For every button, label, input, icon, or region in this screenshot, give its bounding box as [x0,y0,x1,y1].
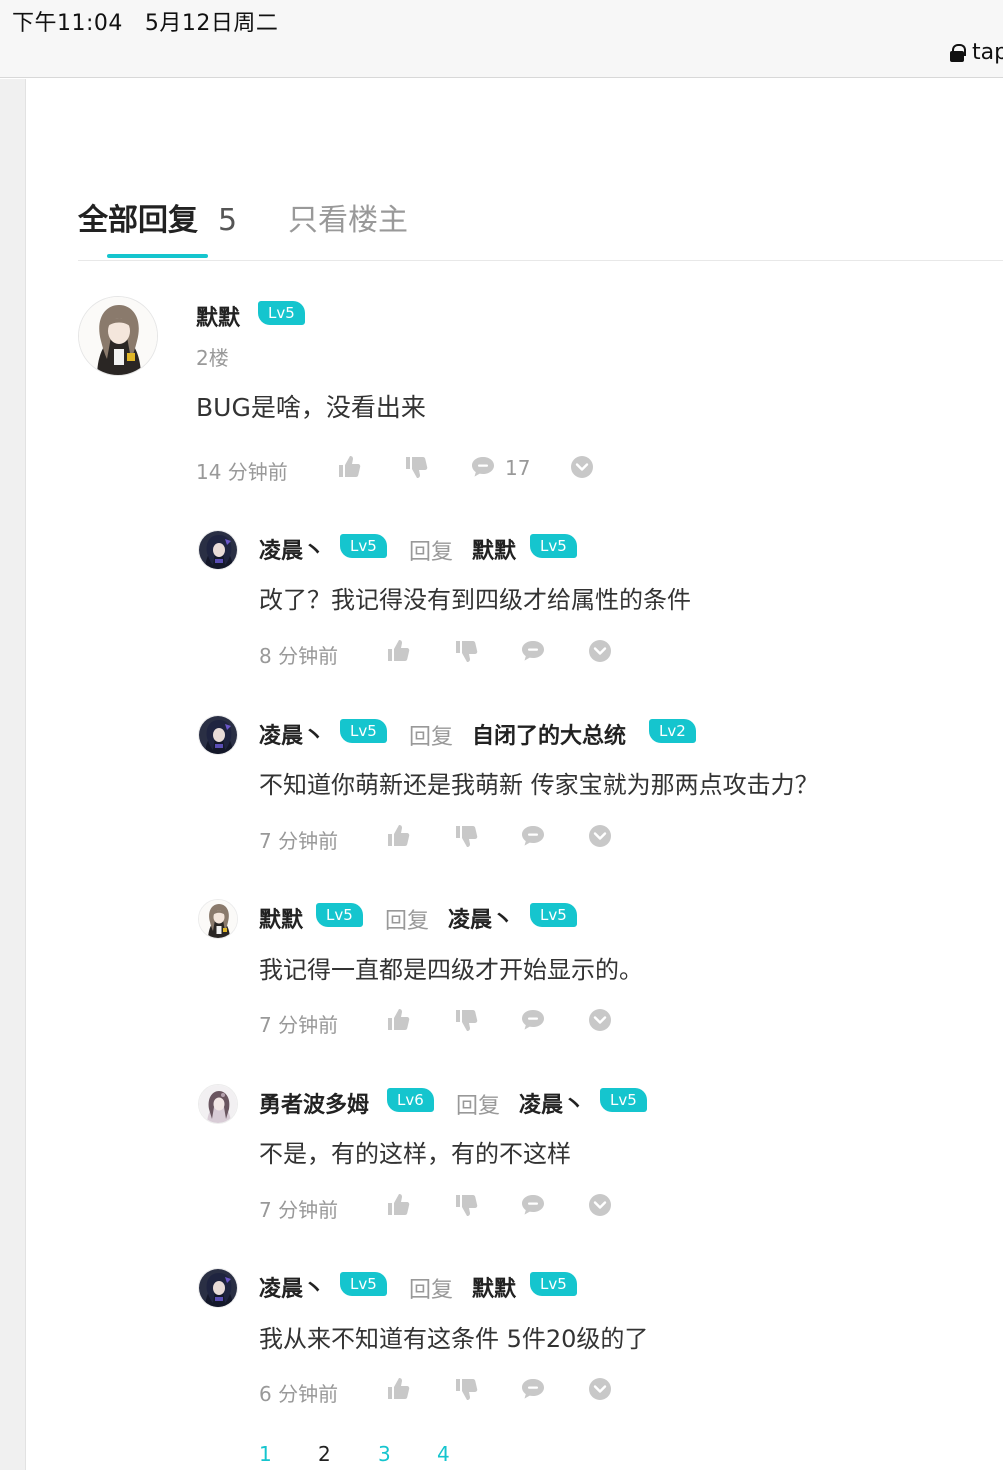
level-badge: Lv5 [340,1272,387,1296]
level-badge: Lv6 [387,1088,434,1112]
level-badge: Lv5 [340,719,387,743]
status-time: 下午11:04 5月12日周二 [12,11,279,36]
comment-icon[interactable] [520,1007,546,1033]
reply-target[interactable]: 凌晨丶 [519,1087,585,1119]
floor-number: 2楼 [196,346,229,370]
thumb-down-icon[interactable] [453,1192,479,1218]
post-time: 14 分钟前 [196,460,288,484]
level-badge: Lv5 [530,903,577,927]
tab-all-count: 5 [218,203,238,238]
tab-all-label: 全部回复 [78,203,198,238]
left-gutter [0,79,26,1470]
reply-content: 我记得一直都是四级才开始显示的。 [259,956,643,984]
tab-all-replies[interactable]: 全部回复 5 [78,195,237,239]
level-badge: Lv5 [530,1272,577,1296]
reply-count: 17 [505,456,531,480]
status-bar: 下午11:04 5月12日周二 tap [0,0,1003,78]
thumb-down-icon[interactable] [453,1007,479,1033]
page-link[interactable]: 4 [437,1442,450,1466]
avatar[interactable] [198,715,238,755]
thumb-up-icon[interactable] [385,1376,411,1402]
reply-time: 7 分钟前 [259,1198,339,1222]
chevron-down-icon[interactable] [587,1376,613,1402]
reply-target[interactable]: 默默 [472,533,516,565]
reply-author[interactable]: 凌晨丶 [259,533,325,565]
reply-label: 回复 [409,725,454,750]
page-current: 2 [318,1442,331,1466]
level-badge: Lv2 [649,719,696,743]
url-text: tap [972,40,1003,65]
chevron-down-icon[interactable] [587,638,613,664]
reply-target[interactable]: 自闭了的大总统 [472,718,626,750]
reply-target[interactable]: 默默 [472,1271,516,1303]
chevron-down-icon[interactable] [587,1192,613,1218]
reply-author[interactable]: 勇者波多姆 [259,1087,369,1119]
thumb-down-icon[interactable] [403,454,429,480]
thumb-up-icon[interactable] [336,454,362,480]
avatar[interactable] [198,1084,238,1124]
reply-content: 不是，有的这样，有的不这样 [259,1140,571,1168]
status-date: 5月12日周二 [144,11,279,36]
active-tab-indicator [107,254,208,258]
thumb-down-icon[interactable] [453,823,479,849]
reply-label: 回复 [456,1094,501,1119]
reply-time: 7 分钟前 [259,829,339,853]
reply-time: 8 分钟前 [259,644,339,668]
post-author[interactable]: 默默 [196,300,240,332]
chevron-down-icon[interactable] [569,454,595,480]
thumb-up-icon[interactable] [385,638,411,664]
comment-icon[interactable] [520,823,546,849]
thumb-up-icon[interactable] [385,823,411,849]
avatar[interactable] [198,530,238,570]
lock-icon [950,43,966,62]
reply-target[interactable]: 凌晨丶 [448,902,514,934]
reply-tabs: 全部回复 5 只看楼主 [78,195,1003,261]
level-badge: Lv5 [600,1088,647,1112]
reply-author[interactable]: 凌晨丶 [259,718,325,750]
level-badge: Lv5 [530,534,577,558]
avatar[interactable] [198,1268,238,1308]
reply-time: 6 分钟前 [259,1382,339,1406]
level-badge: Lv5 [258,301,305,325]
thumb-down-icon[interactable] [453,1376,479,1402]
thumb-down-icon[interactable] [453,638,479,664]
avatar[interactable] [78,296,158,376]
reply-content: 我从来不知道有这条件 5件20级的了 [259,1325,649,1353]
reply-label: 回复 [409,1278,454,1303]
reply-label: 回复 [409,540,454,565]
thumb-up-icon[interactable] [385,1007,411,1033]
chevron-down-icon[interactable] [587,823,613,849]
avatar[interactable] [198,899,238,939]
chevron-down-icon[interactable] [587,1007,613,1033]
page-link[interactable]: 3 [378,1442,391,1466]
comment-icon[interactable] [520,1376,546,1402]
reply-content: 不知道你萌新还是我萌新 传家宝就为那两点攻击力？ [259,771,819,799]
comment-icon[interactable] [520,1192,546,1218]
thumb-up-icon[interactable] [385,1192,411,1218]
level-badge: Lv5 [316,903,363,927]
level-badge: Lv5 [340,534,387,558]
reply-time: 7 分钟前 [259,1013,339,1037]
post-content: BUG是啥，没看出来 [196,393,426,422]
reply-author[interactable]: 凌晨丶 [259,1271,325,1303]
reply-content: 改了？我记得没有到四级才给属性的条件 [259,586,691,614]
page-link[interactable]: 1 [259,1442,272,1466]
comment-icon[interactable] [470,454,496,480]
comment-icon[interactable] [520,638,546,664]
address-bar[interactable]: tap [950,40,1003,65]
reply-label: 回复 [385,909,430,934]
reply-author[interactable]: 默默 [259,902,303,934]
tab-op-only[interactable]: 只看楼主 [288,195,408,239]
